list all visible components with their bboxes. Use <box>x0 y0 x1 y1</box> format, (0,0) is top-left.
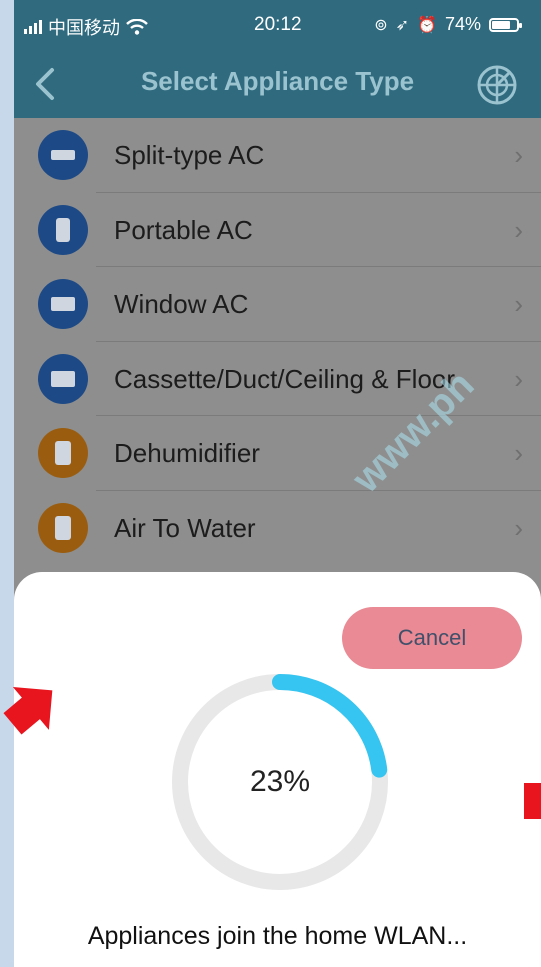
appliance-item-split-ac[interactable]: Split-type AC › <box>14 118 541 193</box>
carrier-label: 中国移动 <box>48 18 120 38</box>
chevron-right-icon: › <box>514 289 523 319</box>
chevron-right-icon: › <box>514 140 523 170</box>
appliance-label: Window AC <box>114 289 249 319</box>
cancel-button[interactable]: Cancel <box>342 607 522 669</box>
dehumidifier-icon <box>38 428 88 478</box>
app-header: Select Appliance Type <box>14 52 541 118</box>
chevron-right-icon: › <box>514 512 523 543</box>
chevron-right-icon: › <box>514 438 523 468</box>
appliance-label: Air To Water <box>114 512 256 543</box>
status-bar: 中国移动 20:12 ⊚ ➶ ⏰ 74% <box>14 0 541 52</box>
appliance-label: Split-type AC <box>114 140 265 170</box>
status-right: ⊚ ➶ ⏰ 74% <box>374 14 522 35</box>
signal-icon <box>24 20 42 34</box>
appliance-item-window-ac[interactable]: Window AC › <box>14 267 541 342</box>
phone-screen: 中国移动 20:12 ⊚ ➶ ⏰ 74% Select Appliance Ty… <box>14 0 541 967</box>
air-to-water-icon <box>38 502 88 553</box>
appliance-item-portable-ac[interactable]: Portable AC › <box>14 192 541 267</box>
red-marker <box>524 783 541 819</box>
rotation-lock-icon: ⊚ <box>374 16 388 34</box>
appliance-label: Portable AC <box>114 214 253 245</box>
split-ac-icon <box>38 130 88 180</box>
wifi-icon <box>126 19 148 35</box>
page-title: Select Appliance Type <box>140 66 415 96</box>
red-arrow-marker <box>3 686 53 735</box>
appliance-item-dehumidifier[interactable]: Dehumidifier › <box>14 416 541 491</box>
appliance-label: Dehumidifier <box>114 438 260 468</box>
status-time: 20:12 <box>254 14 302 35</box>
appliance-label: Cassette/Duct/Ceiling & Floor <box>114 363 456 394</box>
chevron-right-icon: › <box>514 363 523 394</box>
appliance-item-air-to-water[interactable]: Air To Water › <box>14 490 541 565</box>
appliance-list: Split-type AC › Portable AC › Window AC … <box>14 118 541 565</box>
alarm-icon: ⏰ <box>417 16 437 34</box>
status-message: Appliances join the home WLAN... <box>87 922 468 950</box>
battery-percent: 74% <box>444 14 481 34</box>
chevron-right-icon: › <box>514 214 523 245</box>
radar-scan-icon[interactable] <box>475 63 519 107</box>
progress-sheet: Cancel 23% Appliances join the home WLAN… <box>14 572 541 967</box>
progress-percent: 23% <box>249 765 311 798</box>
cassette-ac-icon <box>38 353 88 404</box>
battery-icon <box>489 17 522 32</box>
location-icon: ➶ <box>395 16 410 34</box>
window-ac-icon <box>38 279 88 329</box>
status-left: 中国移动 <box>24 14 148 40</box>
portable-ac-icon <box>38 204 88 255</box>
